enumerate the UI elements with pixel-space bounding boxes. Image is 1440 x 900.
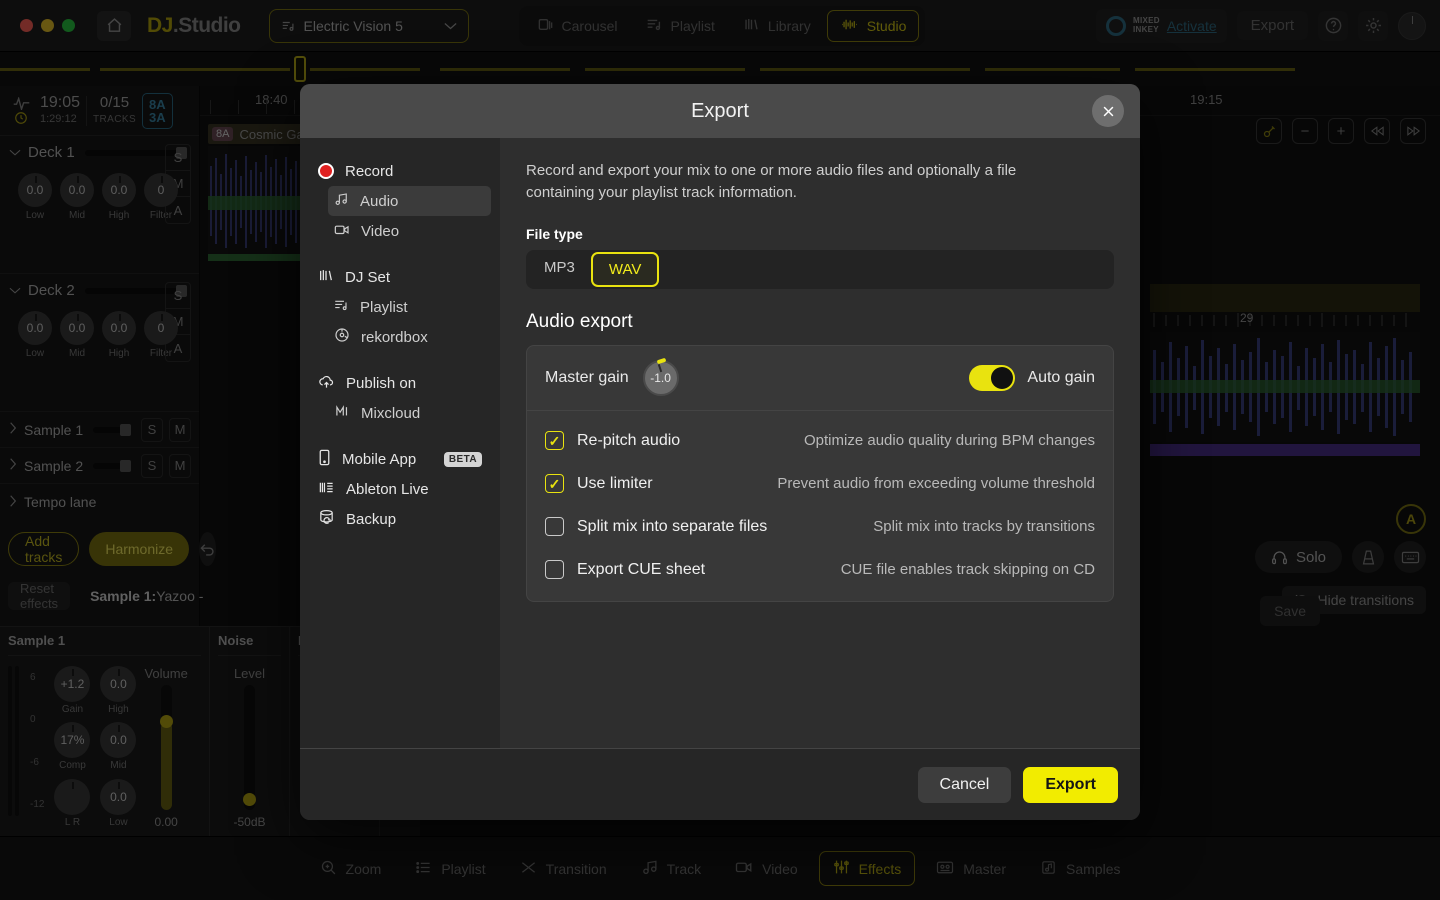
master-gain-label: Master gain bbox=[545, 369, 629, 387]
audio-export-panel: Master gain -1.0 Auto gain ✓ Re-pitch au… bbox=[526, 345, 1114, 602]
sidebar-group-record: Record Audio Video bbox=[300, 156, 500, 246]
option-hint-repitch: Optimize audio quality during BPM change… bbox=[804, 432, 1095, 449]
checkbox-limiter[interactable]: ✓ bbox=[545, 474, 564, 493]
option-row-limiter[interactable]: ✓ Use limiter Prevent audio from exceedi… bbox=[527, 462, 1113, 505]
auto-gain-label: Auto gain bbox=[1027, 369, 1095, 387]
sidebar-item-playlist[interactable]: Playlist bbox=[300, 292, 500, 322]
cancel-button[interactable]: Cancel bbox=[918, 767, 1012, 803]
video-camera-icon bbox=[334, 223, 350, 240]
sidebar-heading-label: Publish on bbox=[346, 375, 416, 392]
library-icon bbox=[318, 268, 334, 287]
sidebar-heading-label: Record bbox=[345, 163, 393, 180]
sidebar-item-mobile-app[interactable]: Mobile App BETA bbox=[300, 444, 500, 474]
master-gain-knob[interactable]: -1.0 bbox=[643, 360, 679, 396]
sidebar-label-playlist: Playlist bbox=[360, 299, 408, 316]
audio-export-heading: Audio export bbox=[526, 311, 1114, 333]
sidebar-label-ableton-live: Ableton Live bbox=[346, 481, 429, 498]
backup-icon bbox=[318, 509, 335, 529]
modal-footer: Cancel Export bbox=[300, 748, 1140, 820]
option-row-split[interactable]: Split mix into separate files Split mix … bbox=[527, 505, 1113, 548]
export-modal: Export Record Audio bbox=[300, 84, 1140, 820]
phone-icon bbox=[318, 449, 331, 470]
sidebar-item-video[interactable]: Video bbox=[300, 216, 500, 246]
mixcloud-icon bbox=[334, 404, 350, 422]
sidebar-label-audio: Audio bbox=[360, 193, 398, 210]
modal-title: Export bbox=[691, 100, 749, 123]
ableton-icon bbox=[318, 480, 335, 499]
rekordbox-icon bbox=[334, 327, 350, 347]
checkbox-cue[interactable] bbox=[545, 560, 564, 579]
app-root: DJ.Studio Electric Vision 5 Carousel Pla… bbox=[0, 0, 1440, 900]
sidebar-group-other: Mobile App BETA Ableton Live Backup bbox=[300, 444, 500, 534]
sidebar-item-audio[interactable]: Audio bbox=[328, 186, 491, 216]
sidebar-group-djset: DJ Set Playlist rekordbox bbox=[300, 262, 500, 352]
modal-description: Record and export your mix to one or mor… bbox=[526, 160, 1066, 204]
option-hint-limiter: Prevent audio from exceeding volume thre… bbox=[777, 475, 1095, 492]
sidebar-label-rekordbox: rekordbox bbox=[361, 329, 428, 346]
filetype-mp3-button[interactable]: MP3 bbox=[528, 252, 591, 287]
modal-sidebar: Record Audio Video DJ Set bbox=[300, 138, 500, 748]
sidebar-label-backup: Backup bbox=[346, 511, 396, 528]
sidebar-group-publish: Publish on Mixcloud bbox=[300, 368, 500, 428]
sidebar-item-backup[interactable]: Backup bbox=[300, 504, 500, 534]
checkbox-split[interactable] bbox=[545, 517, 564, 536]
music-note-icon bbox=[334, 192, 349, 210]
sidebar-heading-label: DJ Set bbox=[345, 269, 390, 286]
filetype-segmented-control: MP3 WAV bbox=[526, 250, 1114, 289]
sidebar-heading-djset: DJ Set bbox=[300, 262, 500, 292]
option-row-cue[interactable]: Export CUE sheet CUE file enables track … bbox=[527, 548, 1113, 591]
cloud-upload-icon bbox=[318, 374, 335, 393]
sidebar-item-mixcloud[interactable]: Mixcloud bbox=[300, 398, 500, 428]
modal-main: Record and export your mix to one or mor… bbox=[500, 138, 1140, 748]
option-label-split: Split mix into separate files bbox=[577, 518, 767, 536]
option-label-repitch: Re-pitch audio bbox=[577, 432, 680, 450]
option-label-cue: Export CUE sheet bbox=[577, 561, 705, 579]
status-badge: BETA bbox=[444, 452, 482, 467]
sidebar-label-video: Video bbox=[361, 223, 399, 240]
export-options-list: ✓ Re-pitch audio Optimize audio quality … bbox=[527, 411, 1113, 601]
option-hint-cue: CUE file enables track skipping on CD bbox=[841, 561, 1095, 578]
playlist-icon bbox=[334, 298, 349, 316]
option-row-repitch[interactable]: ✓ Re-pitch audio Optimize audio quality … bbox=[527, 419, 1113, 462]
sidebar-item-rekordbox[interactable]: rekordbox bbox=[300, 322, 500, 352]
auto-gain-group: Auto gain bbox=[969, 365, 1095, 391]
sidebar-item-ableton-live[interactable]: Ableton Live bbox=[300, 474, 500, 504]
filetype-label: File type bbox=[526, 226, 1114, 242]
modal-header: Export bbox=[300, 84, 1140, 138]
option-label-limiter: Use limiter bbox=[577, 475, 653, 493]
record-dot-icon bbox=[318, 163, 334, 179]
auto-gain-toggle[interactable] bbox=[969, 365, 1015, 391]
sidebar-label-mobile-app: Mobile App bbox=[342, 451, 416, 468]
option-hint-split: Split mix into tracks by transitions bbox=[873, 518, 1095, 535]
sidebar-label-mixcloud: Mixcloud bbox=[361, 405, 420, 422]
export-button[interactable]: Export bbox=[1023, 767, 1118, 803]
filetype-wav-button[interactable]: WAV bbox=[591, 252, 660, 287]
master-gain-row: Master gain -1.0 Auto gain bbox=[527, 346, 1113, 411]
checkbox-repitch[interactable]: ✓ bbox=[545, 431, 564, 450]
sidebar-heading-record: Record bbox=[300, 156, 500, 186]
sidebar-heading-publish: Publish on bbox=[300, 368, 500, 398]
close-icon[interactable] bbox=[1092, 95, 1124, 127]
modal-body: Record Audio Video DJ Set bbox=[300, 138, 1140, 748]
